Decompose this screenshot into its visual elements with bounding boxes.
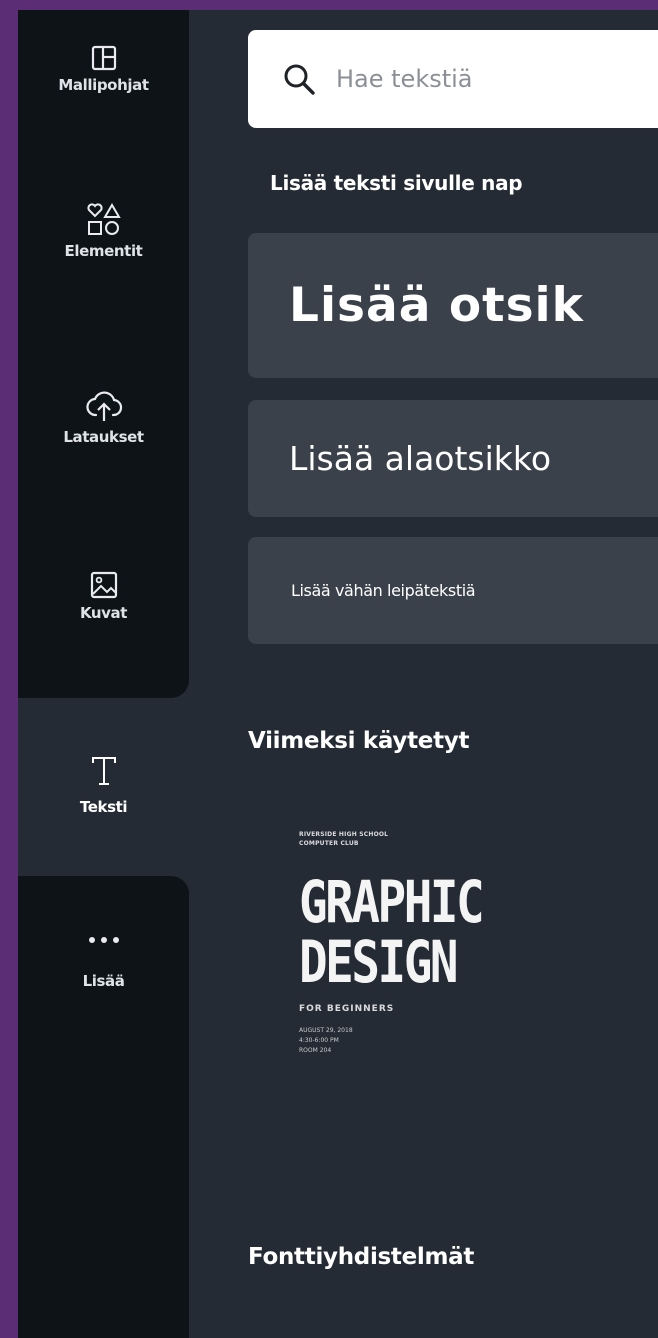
- add-body-text-button[interactable]: Lisää vähän leipätekstiä: [248, 537, 658, 644]
- add-subheading-button[interactable]: Lisää alaotsikko: [248, 400, 658, 517]
- text-panel: Lisää teksti sivulle nap Lisää otsik Lis…: [189, 10, 658, 1338]
- add-body-text-label: Lisää vähän leipätekstiä: [291, 581, 476, 600]
- sidebar-item-label: Kuvat: [79, 604, 128, 622]
- add-heading-label: Lisää otsik: [289, 278, 584, 333]
- template-room: ROOM 204: [299, 1047, 332, 1054]
- sidebar-item-label: Teksti: [79, 798, 128, 816]
- sidebar-item-photos[interactable]: Kuvat: [18, 570, 189, 622]
- search-box[interactable]: [248, 30, 658, 128]
- sidebar-item-label: Mallipohjat: [58, 76, 149, 94]
- recently-used-title: Viimeksi käytetyt: [248, 728, 470, 754]
- templates-icon: [91, 45, 116, 71]
- sidebar-item-label: Lisää: [82, 972, 125, 990]
- sidebar-item-elements[interactable]: Elementit: [18, 202, 189, 260]
- upload-cloud-icon: [85, 391, 122, 421]
- recent-text-template[interactable]: RIVERSIDE HIGH SCHOOL COMPUTER CLUB GRAP…: [299, 830, 485, 1130]
- sidebar: Mallipohjat Elementit Lataukset Kuvat Te…: [18, 10, 189, 1338]
- font-combinations-title: Fonttiyhdistelmät: [248, 1244, 475, 1270]
- template-subtitle: FOR BEGINNERS: [299, 1004, 395, 1014]
- sidebar-item-label: Elementit: [64, 242, 143, 260]
- add-text-instruction: Lisää teksti sivulle nap: [270, 171, 523, 195]
- template-title-line2: DESIGN: [299, 928, 459, 996]
- search-input[interactable]: [334, 64, 638, 94]
- elements-icon: [86, 203, 121, 235]
- more-dots-icon: [88, 937, 119, 943]
- template-title-line1: GRAPHIC: [299, 868, 485, 936]
- photos-icon: [90, 571, 117, 599]
- app-window: Mallipohjat Elementit Lataukset Kuvat Te…: [18, 10, 658, 1338]
- add-heading-button[interactable]: Lisää otsik: [248, 233, 658, 378]
- sidebar-item-more[interactable]: Lisää: [18, 930, 189, 990]
- template-time: 4:30-6:00 PM: [299, 1037, 339, 1044]
- text-icon: [91, 757, 116, 785]
- template-school: RIVERSIDE HIGH SCHOOL: [299, 831, 389, 838]
- add-subheading-label: Lisää alaotsikko: [289, 439, 552, 478]
- sidebar-item-label: Lataukset: [63, 428, 144, 446]
- search-icon: [284, 64, 315, 95]
- template-club: COMPUTER CLUB: [299, 840, 359, 847]
- sidebar-item-uploads[interactable]: Lataukset: [18, 388, 189, 446]
- sidebar-item-text[interactable]: Teksti: [18, 754, 189, 816]
- template-date: AUGUST 29, 2018: [299, 1027, 353, 1034]
- sidebar-item-templates[interactable]: Mallipohjat: [18, 44, 189, 94]
